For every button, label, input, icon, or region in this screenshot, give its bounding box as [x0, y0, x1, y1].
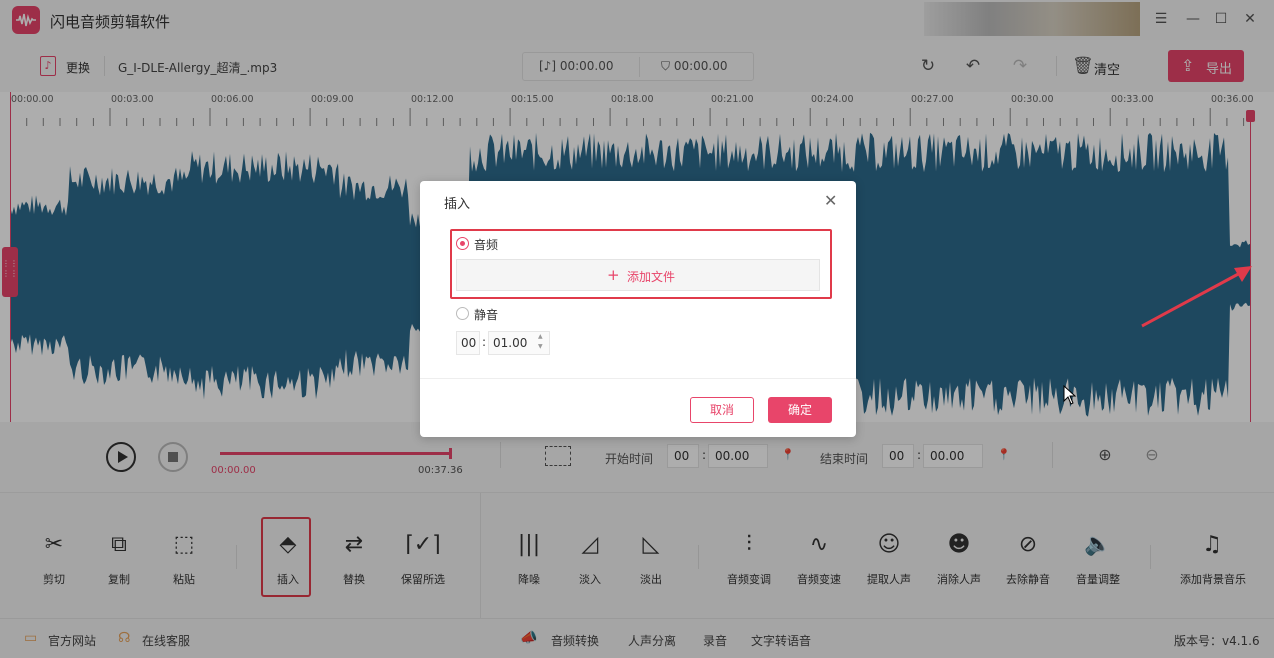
plus-icon: + — [607, 266, 620, 284]
add-file-button[interactable]: + 添加文件 — [456, 259, 820, 291]
dialog-title: 插入 — [444, 197, 471, 212]
stepper-icon[interactable]: ▲ ▼ — [538, 332, 543, 352]
silence-radio[interactable] — [456, 307, 469, 320]
mouse-cursor-icon — [1063, 385, 1077, 405]
silence-option-label[interactable]: 静音 — [474, 306, 498, 323]
cancel-button[interactable]: 取消 — [690, 397, 754, 423]
divider — [420, 378, 856, 379]
confirm-button[interactable]: 确定 — [768, 397, 832, 423]
dialog-close-icon[interactable]: ✕ — [824, 191, 837, 210]
insert-dialog: 插入 ✕ 音频 + 添加文件 静音 00 : 01.00 ▲ ▼ 取消 确定 — [420, 181, 856, 437]
add-file-label: 添加文件 — [627, 270, 676, 284]
colon: : — [482, 335, 487, 349]
silence-minute-field[interactable]: 00 — [456, 331, 480, 355]
audio-radio[interactable] — [456, 237, 469, 250]
audio-option-label[interactable]: 音频 — [474, 236, 498, 253]
annotation-arrow — [1141, 266, 1252, 328]
